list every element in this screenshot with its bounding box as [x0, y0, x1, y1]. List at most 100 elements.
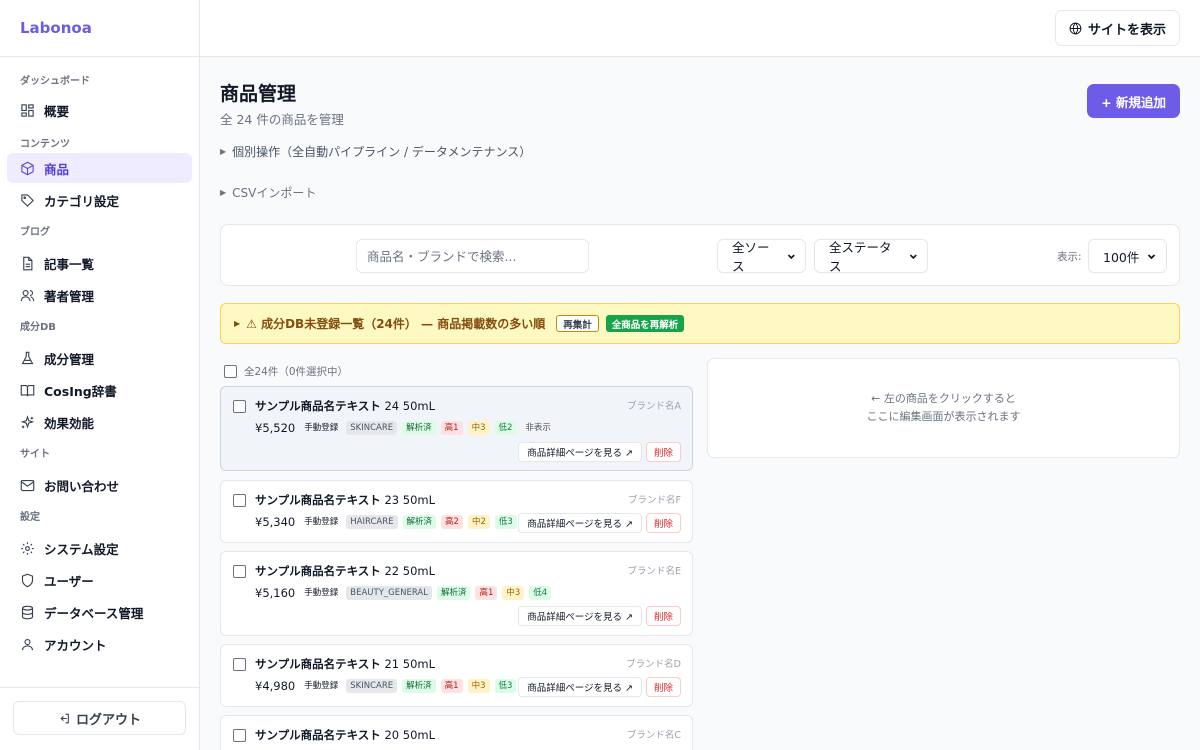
view-detail-button[interactable]: 商品詳細ページを見る ↗: [518, 442, 642, 462]
sidebar-item-ingredients[interactable]: 成分管理: [7, 343, 192, 373]
nav-section-dashboard: ダッシュボード: [20, 76, 90, 87]
nav-section-blog: ブログ: [20, 227, 50, 238]
product-card[interactable]: サンプル商品名テキスト 21 50mL ブランド名D ¥4,980 手動登録 S…: [220, 644, 693, 707]
sidebar-item-cosing[interactable]: CosIng辞書: [7, 375, 192, 405]
collapse-label: CSVインポート: [232, 186, 317, 200]
sidebar-nav: ダッシュボード 概要 コンテンツ 商品 カテゴリ設定 ブログ 記事一覧 著者管理: [0, 57, 199, 659]
nav-section-site: サイト: [20, 449, 50, 460]
visibility-badge: 非表示: [521, 421, 555, 435]
product-checkbox[interactable]: [233, 658, 246, 671]
logout-icon: [60, 713, 69, 723]
document-icon: [23, 256, 33, 270]
product-checkbox[interactable]: [233, 729, 246, 742]
sidebar-item-database[interactable]: データベース管理: [7, 597, 192, 627]
mail-icon: [20, 479, 35, 491]
logout-button[interactable]: ログアウト: [13, 701, 186, 735]
status-select-value: 全ステータス: [829, 240, 892, 274]
product-brand: ブランド名D: [626, 659, 681, 670]
triangle-right-icon: ▶: [234, 319, 241, 328]
product-price: ¥5,520: [255, 421, 296, 435]
sidebar-footer: ログアウト: [0, 687, 199, 750]
book-open-icon: [20, 384, 35, 396]
sidebar-item-articles[interactable]: 記事一覧: [7, 248, 192, 278]
tag-icon: [21, 193, 34, 207]
flask-icon: [21, 351, 34, 364]
sidebar-item-categories[interactable]: カテゴリ設定: [7, 185, 192, 215]
select-all[interactable]: 全24件（0件選択中）: [224, 364, 348, 379]
risk-mid-badge: 中2: [467, 515, 490, 529]
product-card[interactable]: サンプル商品名テキスト 24 50mL ブランド名A ¥5,520 手動登録 S…: [220, 386, 693, 471]
shield-icon: [21, 573, 34, 587]
source-badge: SKINCARE: [346, 679, 398, 693]
gear-icon: [21, 541, 34, 555]
product-meta: ¥5,340 手動登録 HAIRCARE 解析済 高2 中2 低3: [255, 515, 522, 529]
per-page-select-value: 100件: [1103, 249, 1140, 265]
risk-high-badge: 高1: [475, 586, 498, 600]
sidebar-item-authors[interactable]: 著者管理: [7, 280, 192, 310]
sidebar-item-contact[interactable]: お問い合わせ: [7, 470, 192, 500]
search-input[interactable]: [356, 239, 589, 273]
sidebar-item-label: 記事一覧: [44, 256, 95, 272]
select-all-checkbox[interactable]: [224, 365, 237, 378]
edit-panel-placeholder: ← 左の商品をクリックすると ここに編集画面が表示されます: [707, 358, 1180, 458]
product-brand: ブランド名A: [627, 401, 681, 412]
globe-icon: [1069, 21, 1082, 35]
sidebar-item-label: お問い合わせ: [44, 478, 120, 494]
product-name: サンプル商品名テキスト 21 50mL: [255, 657, 436, 671]
source-select[interactable]: 全ソース: [717, 239, 806, 274]
product-checkbox[interactable]: [233, 400, 246, 413]
source-badge: BEAUTY_GENERAL: [346, 586, 432, 600]
risk-mid-badge: 中3: [502, 586, 525, 600]
triangle-right-icon: ▶: [220, 188, 227, 197]
add-new-button[interactable]: + 新規追加: [1087, 84, 1180, 118]
reanalyze-all-button[interactable]: 全商品を再解析: [605, 315, 685, 332]
collapse-individual-ops[interactable]: ▶ 個別操作（全自動パイプライン / データメンテナンス）: [220, 143, 531, 160]
unregistered-ingredients-panel[interactable]: ▶ ⚠ 成分DB未登録一覧（24件） — 商品掲載数の多い順 再集計 全商品を再…: [220, 303, 1180, 344]
product-checkbox[interactable]: [233, 494, 246, 507]
package-icon: [21, 161, 34, 175]
product-name: サンプル商品名テキスト 22 50mL: [255, 564, 436, 578]
view-detail-button[interactable]: 商品詳細ページを見る ↗: [518, 513, 642, 533]
placeholder-line-1: ← 左の商品をクリックすると: [871, 392, 1016, 405]
sidebar-item-products[interactable]: 商品: [7, 153, 192, 183]
view-detail-button[interactable]: 商品詳細ページを見る ↗: [518, 677, 642, 697]
per-page-label: 表示:: [1057, 251, 1082, 263]
delete-button[interactable]: 削除: [645, 442, 681, 462]
delete-button[interactable]: 削除: [645, 606, 681, 626]
source-badge: SKINCARE: [346, 421, 398, 435]
logout-label: ログアウト: [75, 712, 141, 728]
delete-button[interactable]: 削除: [645, 677, 681, 697]
sidebar-item-label: データベース管理: [44, 605, 144, 621]
product-meta: ¥4,980 手動登録 SKINCARE 解析済 高1 中3 低3: [255, 679, 521, 693]
risk-low-badge: 低3: [494, 515, 517, 529]
product-checkbox[interactable]: [233, 565, 246, 578]
status-select[interactable]: 全ステータス: [814, 239, 928, 274]
product-actions: 商品詳細ページを見る ↗ 削除: [518, 513, 681, 533]
sidebar-item-overview[interactable]: 概要: [7, 95, 192, 125]
sidebar-item-users[interactable]: ユーザー: [7, 565, 192, 595]
product-price: ¥5,160: [255, 586, 296, 600]
select-all-label: 全24件（0件選択中）: [244, 366, 349, 378]
source-select-value: 全ソース: [732, 240, 770, 274]
brand-logo[interactable]: Labonoa: [0, 0, 199, 57]
per-page-select[interactable]: 100件: [1088, 239, 1167, 273]
product-card[interactable]: サンプル商品名テキスト 22 50mL ブランド名E ¥5,160 手動登録 B…: [220, 551, 693, 636]
view-site-button[interactable]: サイトを表示: [1054, 10, 1180, 46]
nav-section-settings: 設定: [20, 512, 40, 523]
sidebar-item-label: 商品: [44, 161, 70, 177]
nav-section-content: コンテンツ: [20, 139, 70, 150]
sidebar: Labonoa ダッシュボード 概要 コンテンツ 商品 カテゴリ設定 ブログ 記…: [0, 0, 200, 750]
risk-low-badge: 低4: [529, 586, 552, 600]
collapse-csv-import[interactable]: ▶ CSVインポート: [220, 184, 316, 201]
status-badge: 解析済: [402, 679, 436, 693]
sidebar-item-system[interactable]: システム設定: [7, 533, 192, 563]
risk-high-badge: 高1: [440, 421, 463, 435]
product-card[interactable]: サンプル商品名テキスト 20 50mL ブランド名C: [220, 715, 693, 750]
sidebar-item-label: 効果効能: [44, 415, 95, 431]
product-card[interactable]: サンプル商品名テキスト 23 50mL ブランド名F ¥5,340 手動登録 H…: [220, 480, 693, 543]
sidebar-item-effects[interactable]: 効果効能: [7, 407, 192, 437]
view-detail-button[interactable]: 商品詳細ページを見る ↗: [518, 606, 642, 626]
sidebar-item-account[interactable]: アカウント: [7, 629, 192, 659]
recount-button[interactable]: 再集計: [556, 315, 599, 332]
delete-button[interactable]: 削除: [645, 513, 681, 533]
